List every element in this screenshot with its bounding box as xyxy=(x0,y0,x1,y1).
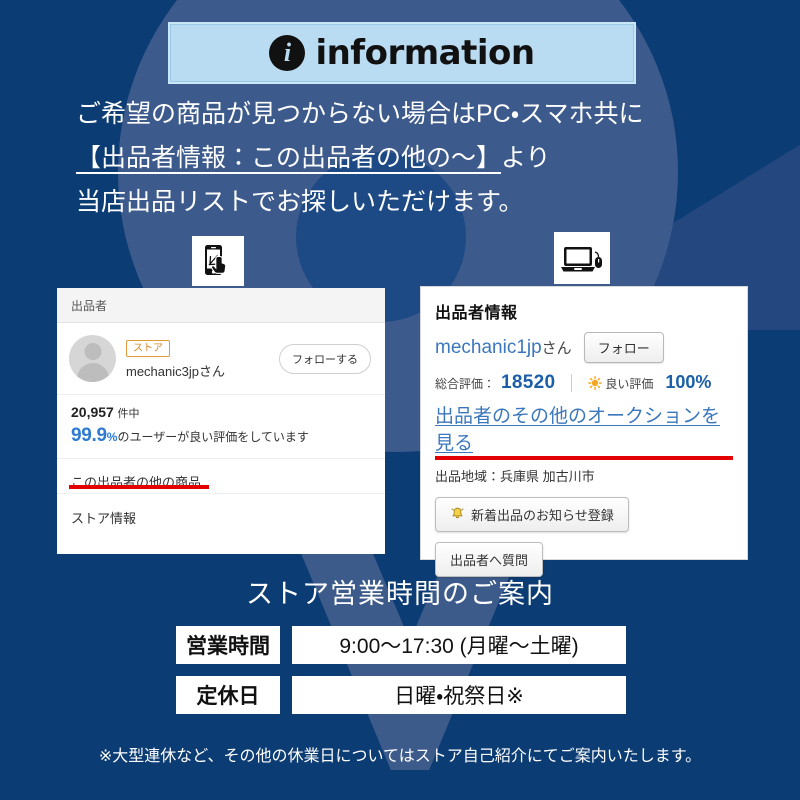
smartphone-tap-icon xyxy=(192,236,244,286)
pc-notify-button-label: 新着出品のお知らせ登録 xyxy=(471,508,614,523)
pc-seller-name-suffix: さん xyxy=(541,339,572,357)
sun-icon xyxy=(588,376,603,390)
lead-line-2-emphasis: 【出品者情報：この出品者の他の〜】 xyxy=(76,144,502,172)
mobile-other-items-row[interactable]: この出品者の他の商品 xyxy=(57,459,385,494)
pc-good-rating-label: 良い評価 xyxy=(605,377,654,391)
mobile-seller-row: ストア mechanic3jpさん フォローする xyxy=(57,323,385,395)
bell-icon xyxy=(450,506,465,524)
hours-section-title: ストア営業時間のご案内 xyxy=(246,579,554,609)
mobile-rating-count-row: 20,957 件中 xyxy=(71,404,371,421)
lead-line-3: 当店出品リストでお探しいただけます。 xyxy=(76,188,524,216)
lead-paragraph: ご希望の商品が見つからない場合はPC・スマホ共に 【出品者情報：この出品者の他の… xyxy=(76,92,756,224)
mobile-seller-identity: ストア mechanic3jpさん xyxy=(126,338,279,380)
mobile-seller-card: 出品者 ストア mechanic3jpさん フォローする 20,957 件中 9… xyxy=(57,288,385,554)
pc-seller-card: 出品者情報 mechanic1jpさん フォロー 総合評価： 18520 良い評… xyxy=(420,286,748,577)
pc-auctions-link-highlight xyxy=(435,456,733,460)
mobile-rating-percent-row: 99.9%のユーザーが良い評価をしています xyxy=(71,425,371,447)
pc-seller-row: mechanic1jpさん フォロー xyxy=(435,332,733,363)
lead-line-2: 【出品者情報：この出品者の他の〜】より xyxy=(76,136,756,180)
pc-seller-name[interactable]: mechanic1jpさん xyxy=(435,337,572,359)
pc-rating-row: 総合評価： 18520 良い評価 100% xyxy=(435,372,733,394)
information-header: i information xyxy=(168,22,636,84)
hours-row-label: 定休日 xyxy=(176,676,280,714)
avatar xyxy=(69,335,116,382)
pc-auctions-link[interactable]: 出品者のその他のオークションを見る xyxy=(435,406,720,454)
pc-good-rating-value: 100% xyxy=(665,372,712,392)
information-banner: i information ご希望の商品が見つからない場合はPC・スマホ共に 【… xyxy=(0,0,800,800)
mobile-rating-percent: 99.9 xyxy=(71,425,107,446)
pc-area-label: 出品地域：兵庫県 加古川市 xyxy=(435,469,595,484)
hours-row-value: 9:00〜17:30 (月曜〜土曜) xyxy=(292,626,626,664)
pc-rating-divider xyxy=(571,374,573,392)
page-title: information xyxy=(315,33,535,73)
table-row: 営業時間 9:00〜17:30 (月曜〜土曜) xyxy=(176,626,626,664)
hours-table: 営業時間 9:00〜17:30 (月曜〜土曜) 定休日 日曜・祝祭日※ xyxy=(176,626,626,726)
information-circle-icon: i xyxy=(269,35,306,71)
lead-line-2-suffix: より xyxy=(501,144,551,172)
pc-seller-name-text: mechanic1jp xyxy=(435,336,542,358)
hours-row-value: 日曜・祝祭日※ xyxy=(292,676,626,714)
mobile-other-items-highlight xyxy=(69,485,209,489)
mobile-rating-count: 20,957 xyxy=(71,404,114,420)
pc-total-rating-label: 総合評価： xyxy=(435,377,496,391)
mobile-rating-percent-symbol: % xyxy=(106,430,118,444)
mobile-card-section-header: 出品者 xyxy=(57,288,385,323)
pc-auctions-link-wrap: 出品者のその他のオークションを見る xyxy=(435,401,733,460)
pc-card-title: 出品者情報 xyxy=(435,305,518,322)
mobile-store-info-link[interactable]: ストア情報 xyxy=(57,494,385,541)
lead-line-1: ご希望の商品が見つからない場合はPC・スマホ共に xyxy=(76,100,644,128)
laptop-mouse-icon xyxy=(554,232,610,284)
mobile-rating-text: のユーザーが良い評価をしています xyxy=(117,430,309,444)
mobile-rating-block: 20,957 件中 99.9%のユーザーが良い評価をしています xyxy=(57,395,385,459)
hours-row-label: 営業時間 xyxy=(176,626,280,664)
mobile-seller-name: mechanic3jpさん xyxy=(126,363,225,379)
pc-notify-button[interactable]: 新着出品のお知らせ登録 xyxy=(435,497,629,532)
pc-total-rating-value: 18520 xyxy=(501,372,556,393)
mobile-rating-count-unit: 件中 xyxy=(117,408,140,420)
mobile-follow-button[interactable]: フォローする xyxy=(279,343,371,374)
table-row: 定休日 日曜・祝祭日※ xyxy=(176,676,626,714)
pc-follow-button[interactable]: フォロー xyxy=(583,332,664,363)
footnote: ※大型連休など、その他の休業日についてはストア自己紹介にてご案内いたします。 xyxy=(98,748,702,765)
store-badge: ストア xyxy=(126,339,170,357)
